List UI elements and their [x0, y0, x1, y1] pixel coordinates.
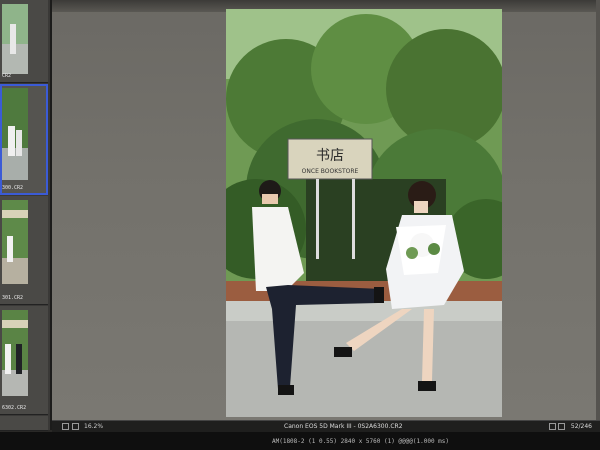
thumbnail-filename: 6302.CR2: [2, 405, 27, 411]
prev-button[interactable]: [549, 423, 556, 430]
zoom-level[interactable]: 16.2%: [84, 423, 103, 430]
actual-size-button[interactable]: [72, 423, 79, 430]
image-counter: 52/246: [570, 423, 592, 430]
sign-text: 书店: [316, 148, 344, 164]
thumbnail-image: [2, 4, 28, 74]
image-info-text: AM(1808-2 (1 0.55) 2840 x 5760 (1) @@@@(…: [272, 438, 450, 445]
filmstrip-thumb[interactable]: CR2: [0, 0, 48, 83]
fit-button[interactable]: [62, 423, 69, 430]
thumbnail-filename: CR2: [2, 73, 12, 79]
thumbnail-image: [2, 310, 28, 396]
filmstrip-thumb[interactable]: 6302.CR2: [0, 306, 48, 415]
filmstrip-thumb-selected[interactable]: 300.CR2: [0, 84, 48, 195]
thumbnail-image: [2, 88, 28, 180]
thumbnail-image: [2, 200, 28, 284]
thumbnail-filename: 301.CR2: [2, 295, 24, 301]
thumbnail-filename: 300.CR2: [2, 185, 24, 191]
displayed-photo: 书店 ONCE BOOKSTORE: [226, 9, 502, 417]
filmstrip-panel[interactable]: CR2 300.CR2 301.CR2 6302.CR2: [0, 0, 52, 431]
filmstrip-thumb[interactable]: [0, 416, 48, 431]
info-bar: AM(1808-2 (1 0.55) 2840 x 5760 (1) @@@@(…: [0, 432, 600, 450]
right-edge: [596, 0, 600, 420]
filmstrip-thumb[interactable]: 301.CR2: [0, 196, 48, 305]
next-button[interactable]: [558, 423, 565, 430]
file-caption: Canon EOS 5D Mark III - 0S2A6300.CR2: [284, 423, 403, 430]
sign-subtext: ONCE BOOKSTORE: [302, 168, 359, 175]
